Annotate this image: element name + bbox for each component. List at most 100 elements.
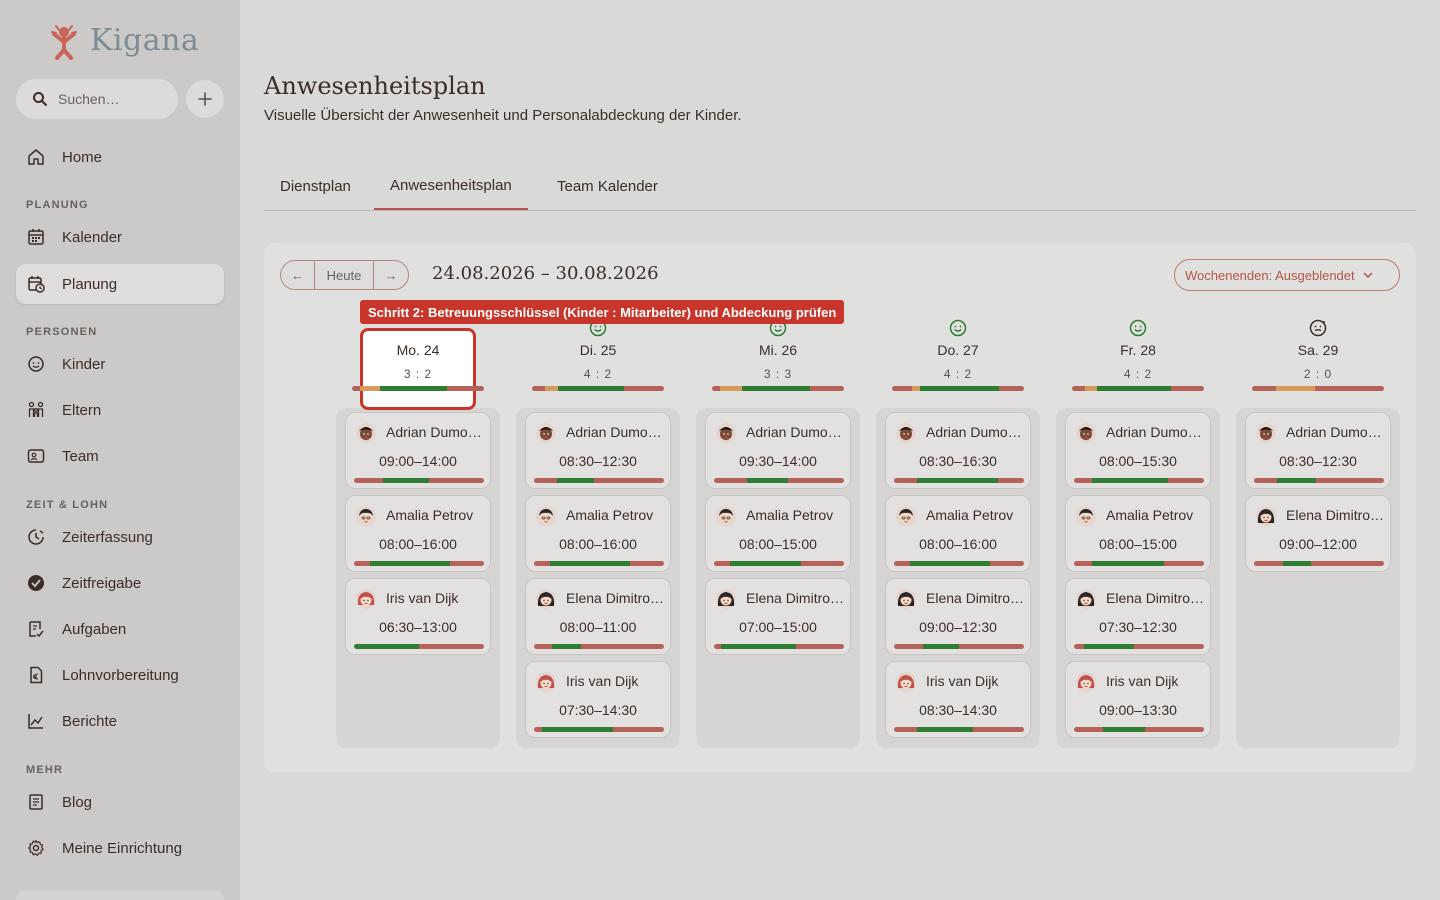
nav-einrichtung[interactable]: Meine Einrichtung (16, 828, 224, 868)
coverage-bar (532, 386, 664, 391)
child-name: Adrian Dumo… (1286, 424, 1382, 440)
child-attendance-card[interactable]: Iris van Dijk 09:00–13:30 (1065, 661, 1211, 738)
bar-segment-bad (354, 561, 370, 566)
avatar (896, 423, 916, 443)
child-attendance-card[interactable]: Elena Dimitro… 07:00–15:00 (705, 578, 851, 655)
prev-week-button[interactable]: ← (281, 261, 315, 289)
tab-team-kalender[interactable]: Team Kalender (541, 170, 674, 210)
child-attendance-card[interactable]: Adrian Dumo… 08:30–16:30 (885, 412, 1031, 489)
child-name: Adrian Dumo… (926, 424, 1022, 440)
bar-segment-good (917, 478, 998, 483)
nav-section-mehr: MEHR (26, 764, 64, 776)
day-label: Di. 25 (579, 342, 617, 358)
bar-segment-warn (359, 386, 380, 391)
child-attendance-card[interactable]: Elena Dimitro… 09:00–12:00 (1245, 495, 1391, 572)
bar-segment-bad (788, 478, 844, 483)
child-attendance-card[interactable]: Amalia Petrov 08:00–16:00 (525, 495, 671, 572)
avatar (716, 423, 736, 443)
nav-zeiterfassung[interactable]: Zeiterfassung (16, 517, 224, 557)
day-header[interactable]: Sa. 29 2 : 0 (1253, 319, 1383, 381)
sidebar-user-panel[interactable] (16, 890, 224, 900)
app-logo[interactable]: Kigana (48, 18, 199, 62)
child-attendance-card[interactable]: Adrian Dumo… 08:00–15:30 (1065, 412, 1211, 489)
child-time: 06:30–13:00 (379, 619, 457, 635)
child-attendance-card[interactable]: Adrian Dumo… 09:00–14:00 (345, 412, 491, 489)
child-coverage-bar (354, 478, 484, 483)
nav-home[interactable]: Home (16, 137, 224, 177)
bar-segment-good (922, 644, 959, 649)
day-label: Do. 27 (937, 342, 979, 358)
nav-aufgaben[interactable]: Aufgaben (16, 609, 224, 649)
search-input[interactable]: Suchen… (16, 79, 178, 119)
bar-segment-good (1092, 478, 1168, 483)
week-navigation: ← Heute → (280, 260, 409, 290)
child-name: Adrian Dumo… (746, 424, 842, 440)
newspaper-icon (26, 792, 46, 812)
bar-segment-bad (894, 644, 923, 649)
bar-segment-bad (1254, 478, 1278, 483)
child-attendance-card[interactable]: Amalia Petrov 08:00–15:00 (1065, 495, 1211, 572)
child-attendance-card[interactable]: Amalia Petrov 08:00–16:00 (885, 495, 1031, 572)
chevron-down-icon (1363, 272, 1373, 279)
child-attendance-card[interactable]: Amalia Petrov 08:00–16:00 (345, 495, 491, 572)
bar-segment-bad (990, 561, 1024, 566)
child-time: 08:00–11:00 (559, 619, 637, 635)
tab-anwesenheitsplan[interactable]: Anwesenheitsplan (374, 170, 528, 210)
nav-aufgaben-label: Aufgaben (62, 620, 127, 638)
weekend-toggle-dropdown[interactable]: Wochenenden: Ausgeblendet (1174, 259, 1400, 291)
calendar-clock-icon (26, 274, 46, 294)
bar-segment-bad (1163, 561, 1204, 566)
child-attendance-card[interactable]: Adrian Dumo… 08:30–12:30 (1245, 412, 1391, 489)
child-name: Amalia Petrov (1106, 507, 1194, 523)
next-week-button[interactable]: → (374, 261, 408, 289)
child-time: 08:00–16:00 (559, 536, 637, 552)
day-header[interactable]: Fr. 28 4 : 2 (1073, 319, 1203, 381)
child-name: Adrian Dumo… (386, 424, 482, 440)
child-attendance-card[interactable]: Iris van Dijk 06:30–13:00 (345, 578, 491, 655)
day-header[interactable]: Mi. 26 3 : 3 (713, 319, 843, 381)
nav-kinder[interactable]: Kinder (16, 344, 224, 384)
main-content: Anwesenheitsplan Visuelle Übersicht der … (240, 0, 1440, 900)
nav-eltern[interactable]: Eltern (16, 390, 224, 430)
child-attendance-card[interactable]: Elena Dimitro… 08:00–11:00 (525, 578, 671, 655)
day-header[interactable]: Mo. 24 3 : 2 (353, 319, 483, 381)
bar-segment-good (746, 478, 789, 483)
bar-segment-bad (580, 644, 664, 649)
nav-blog[interactable]: Blog (16, 782, 224, 822)
nav-berichte[interactable]: Berichte (16, 701, 224, 741)
day-header[interactable]: Do. 27 4 : 2 (893, 319, 1023, 381)
child-name: Elena Dimitro… (926, 590, 1025, 606)
nav-zeitfreigabe[interactable]: Zeitfreigabe (16, 563, 224, 603)
nav-kalender-label: Kalender (62, 228, 123, 246)
child-attendance-card[interactable]: Amalia Petrov 08:00–15:00 (705, 495, 851, 572)
child-attendance-card[interactable]: Adrian Dumo… 09:30–14:00 (705, 412, 851, 489)
nav-lohnvorbereitung[interactable]: Lohnvorbereitung (16, 655, 224, 695)
bar-segment-bad (998, 386, 1024, 391)
check-circle-icon (26, 573, 46, 593)
day-header[interactable]: Di. 25 4 : 2 (533, 319, 663, 381)
add-button[interactable] (186, 80, 224, 118)
bar-segment-bad (630, 561, 664, 566)
bar-segment-bad (1145, 727, 1204, 732)
child-attendance-card[interactable]: Iris van Dijk 08:30–14:30 (885, 661, 1031, 738)
nav-kalender[interactable]: Kalender (16, 217, 224, 257)
child-attendance-card[interactable]: Elena Dimitro… 07:30–12:30 (1065, 578, 1211, 655)
child-attendance-card[interactable]: Elena Dimitro… 09:00–12:30 (885, 578, 1031, 655)
tab-dienstplan[interactable]: Dienstplan (264, 170, 367, 210)
bar-segment-good (354, 644, 419, 649)
bar-segment-bad (429, 478, 484, 483)
nav-team[interactable]: Team (16, 436, 224, 476)
bar-segment-bad (973, 727, 1024, 732)
child-coverage-bar (1254, 561, 1384, 566)
care-ratio: 2 : 0 (1303, 367, 1333, 381)
child-attendance-card[interactable]: Iris van Dijk 07:30–14:30 (525, 661, 671, 738)
avatar (896, 672, 916, 692)
nav-planung[interactable]: Planung (16, 264, 224, 304)
child-attendance-card[interactable]: Adrian Dumo… 08:30–12:30 (525, 412, 671, 489)
bar-segment-warn (719, 386, 743, 391)
clock-history-icon (26, 527, 46, 547)
bar-segment-warn (545, 386, 559, 391)
nav-zeiterfassung-label: Zeiterfassung (62, 528, 153, 546)
today-button[interactable]: Heute (315, 261, 374, 289)
bar-segment-bad (624, 386, 664, 391)
